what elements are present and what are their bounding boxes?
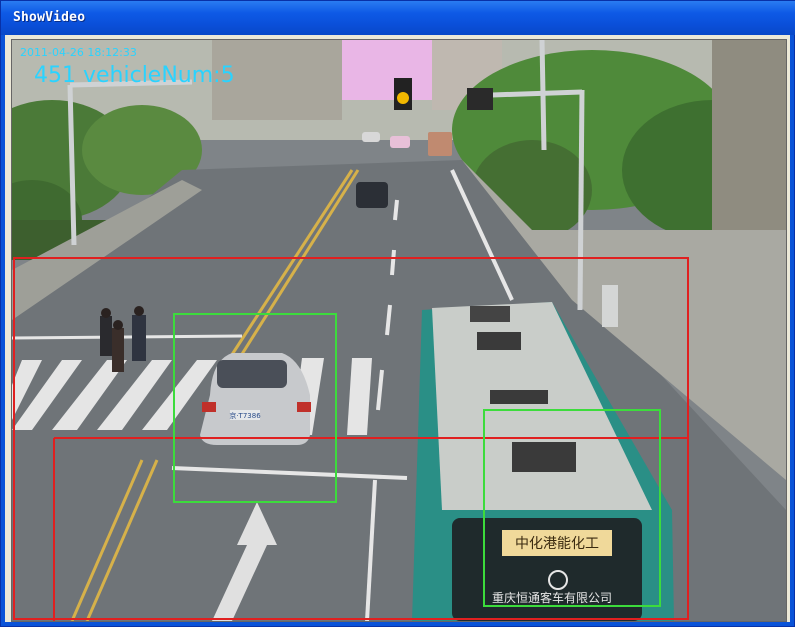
vehicle-counter: 451 vehicleNum:5 [34, 63, 235, 88]
video-timestamp: 2011-04-26 18:12:33 [20, 46, 137, 59]
traffic-light-amber [397, 92, 409, 104]
silver-sedan: 京·T7386 [200, 353, 311, 445]
stop-line-left [12, 334, 243, 340]
video-frame: 京·T7386 中化港能化工 重庆恒通客车有限公司 2011-04-26 18:… [11, 39, 787, 622]
bus-route-sign: 中化港能化工 [515, 536, 599, 552]
window-title: ShowVideo [13, 10, 86, 25]
utility-box [602, 285, 618, 327]
title-bar[interactable]: ShowVideo [1, 1, 795, 35]
car-plate: 京·T7386 [229, 411, 261, 420]
showvideo-window: ShowVideo 京·T7386 中化港能化工 重庆恒通客车有限公司 2011… [0, 0, 795, 627]
bus-company-name: 重庆恒通客车有限公司 [492, 590, 612, 605]
traffic-signal-box [467, 88, 493, 110]
